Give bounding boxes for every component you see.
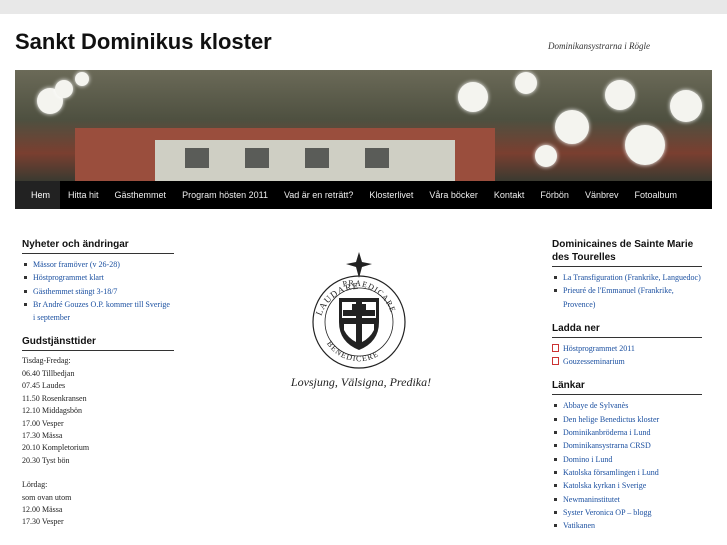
service-time: 17.30 Vesper	[22, 517, 64, 527]
dominicaines-link[interactable]: La Transfiguration (Frankrike, Languedoc…	[552, 271, 702, 284]
service-time: 17.30 Mässa	[22, 430, 63, 440]
nav-item-forbon[interactable]: Förbön	[532, 181, 577, 209]
service-time: 11.50 Rosenkransen	[22, 393, 87, 403]
blossom	[75, 72, 89, 86]
motto: Lovsjung, Välsigna, Predika!	[290, 375, 432, 389]
dominicaines-widget-title: Dominicaines de Sainte Marie des Tourell…	[552, 238, 702, 267]
blossom	[625, 125, 665, 165]
news-item[interactable]: Mässor framöver (v 26-28)	[22, 258, 174, 271]
external-link[interactable]: Abbaye de Sylvanès	[552, 399, 702, 412]
blossom	[670, 90, 702, 122]
external-link[interactable]: Syster Veronica OP – blogg	[552, 506, 702, 519]
service-time: 20.10 Kompletorium	[22, 443, 90, 453]
service-time: 12.10 Middagsbön	[22, 406, 82, 416]
external-link[interactable]: Den helige Benedictus kloster	[552, 413, 702, 426]
service-time: 06.40 Tillbedjan	[22, 368, 75, 378]
banner-window	[365, 148, 389, 168]
external-link[interactable]: Newmaninstitutet	[552, 493, 702, 506]
services-widget-title: Gudstjänsttider	[22, 335, 174, 352]
nav-item-vanbrev[interactable]: Vänbrev	[577, 181, 627, 209]
dominicaines-link[interactable]: Prieuré de l'Emmanuel (Frankrike, Proven…	[552, 284, 702, 311]
blossom	[55, 80, 73, 98]
blossom	[458, 82, 488, 112]
nav-item-gasthemmet[interactable]: Gästhemmet	[107, 181, 175, 209]
download-link[interactable]: Gouzesseminarium	[552, 355, 702, 368]
news-list: Mässor framöver (v 26-28) Höstprogrammet…	[22, 258, 174, 324]
services-weekday-heading: Tisdag-Fredag:	[22, 356, 71, 366]
nav-item-retratt[interactable]: Vad är en reträtt?	[276, 181, 361, 209]
news-widget-title: Nyheter och ändringar	[22, 238, 174, 254]
nav-item-kontakt[interactable]: Kontakt	[486, 181, 533, 209]
nav-item-hitta-hit[interactable]: Hitta hit	[60, 181, 107, 209]
news-item[interactable]: Höstprogrammet klart	[22, 271, 174, 284]
external-link[interactable]: Katolska kyrkan i Sverige	[552, 479, 702, 492]
service-time: 20.30 Tyst bön	[22, 455, 70, 465]
site-title[interactable]: Sankt Dominikus kloster	[15, 29, 272, 55]
blossom	[515, 72, 537, 94]
nav-item-vara-bocker[interactable]: Våra böcker	[421, 181, 486, 209]
right-sidebar: Dominicaines de Sainte Marie des Tourell…	[552, 238, 702, 532]
external-link[interactable]: Domino i Lund	[552, 453, 702, 466]
downloads-widget-title: Ladda ner	[552, 322, 702, 338]
main-navigation: Hem Hitta hit Gästhemmet Program hösten …	[15, 181, 712, 209]
external-link[interactable]: Dominikansystrarna CRSD	[552, 439, 702, 452]
service-time: 07.45 Laudes	[22, 381, 66, 391]
nav-item-fotoalbum[interactable]: Fotoalbum	[626, 181, 685, 209]
header-banner-image	[15, 70, 712, 181]
service-time: som ovan utom	[22, 492, 72, 502]
external-link[interactable]: Dominikanbröderna i Lund	[552, 426, 702, 439]
links-list: Abbaye de Sylvanès Den helige Benedictus…	[552, 399, 702, 532]
download-link[interactable]: Höstprogrammet 2011	[552, 342, 702, 355]
blossom	[605, 80, 635, 110]
nav-item-program[interactable]: Program hösten 2011	[174, 181, 276, 209]
external-link[interactable]: Vatikanen	[552, 519, 702, 532]
blossom	[535, 145, 557, 167]
services-saturday-heading: Lördag:	[22, 480, 48, 490]
blossom	[555, 110, 589, 144]
news-item[interactable]: Br André Gouzes O.P. kommer till Sverige…	[22, 298, 174, 325]
banner-window	[245, 148, 269, 168]
dominicaines-list: La Transfiguration (Frankrike, Languedoc…	[552, 271, 702, 311]
links-widget-title: Länkar	[552, 379, 702, 396]
page: Sankt Dominikus kloster Dominikansystrar…	[0, 14, 727, 545]
download-label[interactable]: Gouzesseminarium	[563, 357, 625, 366]
banner-window	[305, 148, 329, 168]
left-sidebar: Nyheter och ändringar Mässor framöver (v…	[22, 238, 174, 529]
external-link[interactable]: Katolska församlingen i Lund	[552, 466, 702, 479]
news-item[interactable]: Gästhemmet stängt 3-18/7	[22, 285, 174, 298]
pdf-icon	[552, 343, 559, 352]
dominican-seal-logo: LAUDARE PRAEDICARE BENEDICERE	[312, 252, 406, 369]
service-time: 17.00 Vesper	[22, 418, 64, 428]
nav-item-hem[interactable]: Hem	[15, 181, 61, 209]
nav-item-klosterlivet[interactable]: Klosterlivet	[361, 181, 421, 209]
pdf-icon	[552, 357, 559, 366]
site-tagline: Dominikansystrarna i Rögle	[548, 41, 650, 51]
service-time: 12.00 Mässa	[22, 504, 63, 514]
downloads-list: Höstprogrammet 2011 Gouzesseminarium	[552, 342, 702, 369]
banner-window	[185, 148, 209, 168]
download-label[interactable]: Höstprogrammet 2011	[563, 344, 635, 353]
